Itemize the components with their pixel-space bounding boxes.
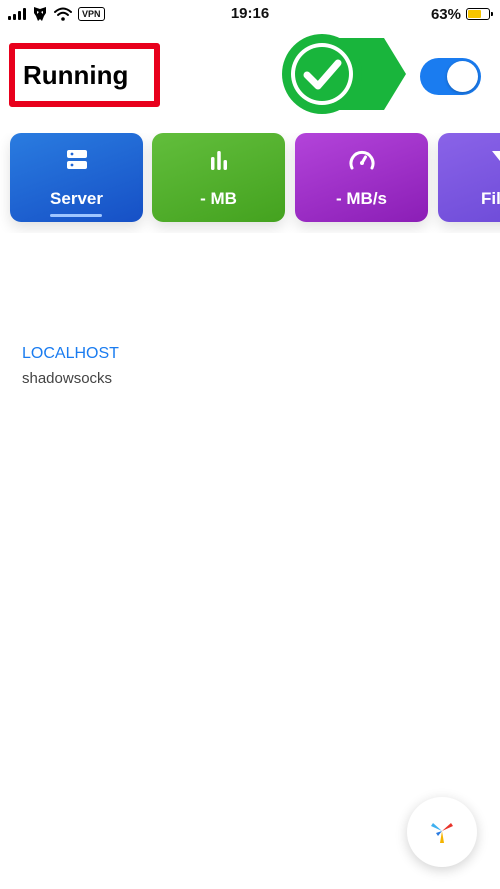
server-icon [10,148,143,172]
stats-cards-row: Server - MB - MB/s Fil [0,133,500,233]
speedometer-icon [295,148,428,172]
green-checkmark-annotation-icon [282,34,406,114]
card-filter-label: Fil [481,189,500,208]
floating-action-button[interactable] [407,797,477,867]
server-protocol: shadowsocks [22,370,113,387]
battery-percent: 63% [430,5,461,23]
active-card-indicator [50,214,102,217]
filter-icon [438,148,500,172]
server-name: LOCALHOST [22,345,119,362]
vpn-connection-toggle[interactable] [420,58,481,95]
card-server[interactable]: Server [10,133,143,222]
card-data-usage-label: - MB [200,189,237,208]
card-server-label: Server [50,189,103,208]
card-data-usage[interactable]: - MB [152,133,285,222]
card-speed-label: - MB/s [336,189,387,208]
status-title-highlight: Running [9,43,160,107]
status-bar: VPN 19:16 63% [0,0,500,28]
app-logo-icon [431,823,453,843]
card-filter[interactable]: Fil [438,133,500,222]
connection-status-title: Running [23,60,129,90]
toggle-knob [447,61,478,92]
server-list-item[interactable]: LOCALHOST shadowsocks [22,342,322,390]
battery-icon [466,8,493,20]
bar-chart-icon [152,148,285,172]
battery-level-fill [468,10,481,18]
clock: 19:16 [230,5,270,22]
status-bar-right: 63% [430,4,493,24]
card-speed[interactable]: - MB/s [295,133,428,222]
